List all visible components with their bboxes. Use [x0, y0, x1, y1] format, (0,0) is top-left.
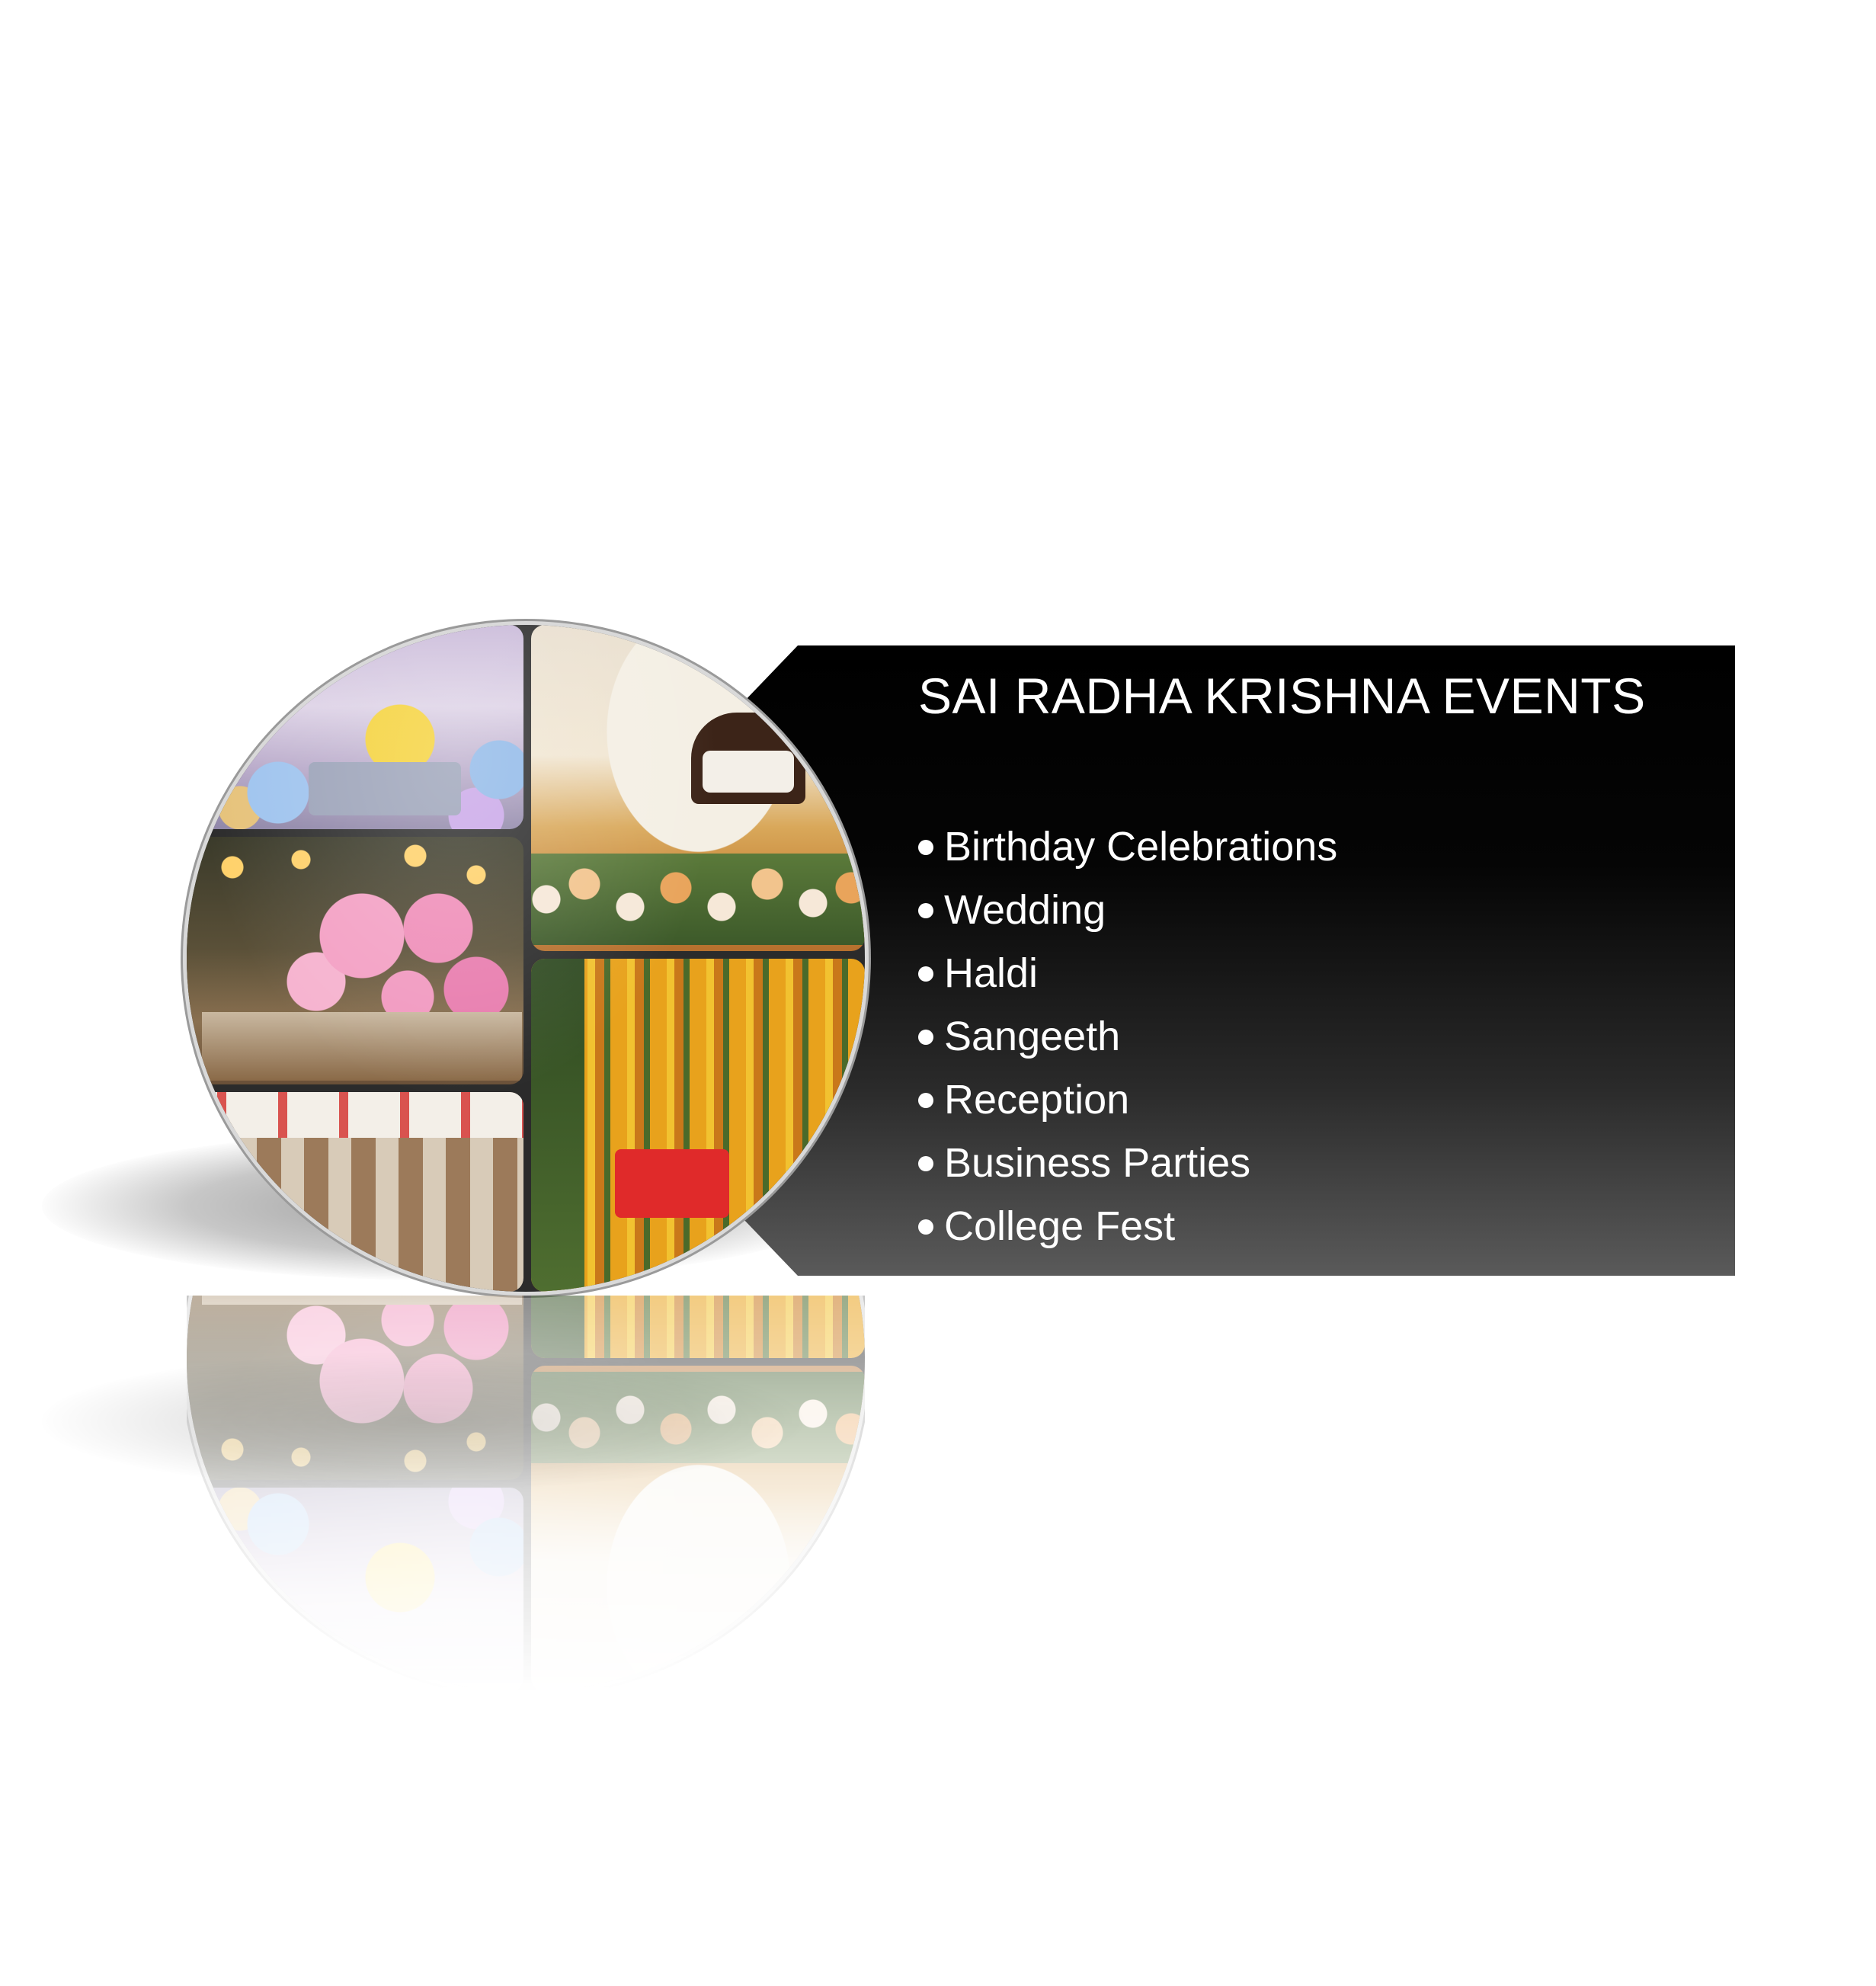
bullet-icon	[918, 1155, 933, 1171]
list-item: Haldi	[918, 942, 1337, 1005]
photo	[187, 1488, 523, 1692]
sofa	[309, 762, 461, 815]
collage-reflection	[187, 1296, 865, 1692]
list-item: Business Parties	[918, 1132, 1337, 1195]
service-label: Wedding	[944, 887, 1106, 933]
photo-balloon-decor	[187, 625, 523, 829]
bush	[531, 1296, 584, 1358]
flowers	[531, 1372, 865, 1463]
photo-collage	[187, 625, 865, 1292]
table	[202, 1012, 522, 1081]
service-label: Birthday Celebrations	[944, 824, 1338, 870]
photo-banquet-chairs	[187, 1092, 523, 1292]
photo-table-flowers	[187, 837, 523, 1084]
photo-wedding-stage	[531, 625, 865, 951]
bush	[531, 959, 584, 1292]
list-item: Reception	[918, 1068, 1337, 1132]
list-item: Wedding	[918, 879, 1337, 942]
bullet-icon	[918, 966, 933, 982]
collage-circle-reflection	[187, 1296, 865, 1692]
flowers	[531, 854, 865, 945]
service-label: Haldi	[944, 950, 1039, 996]
photo-2	[531, 1366, 865, 1692]
list-item: College Fest	[918, 1195, 1337, 1258]
slide: SAI RADHA KRISHNA EVENTS Birthday Celebr…	[0, 0, 1876, 1986]
service-label: Business Parties	[944, 1140, 1251, 1186]
service-label: Sangeeth	[944, 1014, 1121, 1059]
circle-mirror	[187, 1296, 865, 1692]
table	[202, 1296, 522, 1305]
photo-5	[531, 1296, 865, 1358]
bullet-icon	[918, 1029, 933, 1045]
bullet-icon	[918, 839, 933, 855]
collage-circle	[187, 625, 865, 1292]
sofa-seat	[703, 751, 794, 793]
service-label: Reception	[944, 1077, 1130, 1123]
photo-marigold-garlands	[531, 959, 865, 1292]
page-title: SAI RADHA KRISHNA EVENTS	[918, 668, 1646, 724]
bullet-icon	[918, 1092, 933, 1108]
bullet-icon	[918, 902, 933, 918]
seat	[615, 1149, 729, 1218]
list-item: Birthday Celebrations	[918, 815, 1337, 879]
list-item: Sangeeth	[918, 1005, 1337, 1068]
bullet-icon	[918, 1219, 933, 1235]
services-list: Birthday Celebrations Wedding Haldi Sang…	[918, 815, 1337, 1258]
service-label: College Fest	[944, 1203, 1176, 1249]
photo-3	[187, 1296, 523, 1480]
